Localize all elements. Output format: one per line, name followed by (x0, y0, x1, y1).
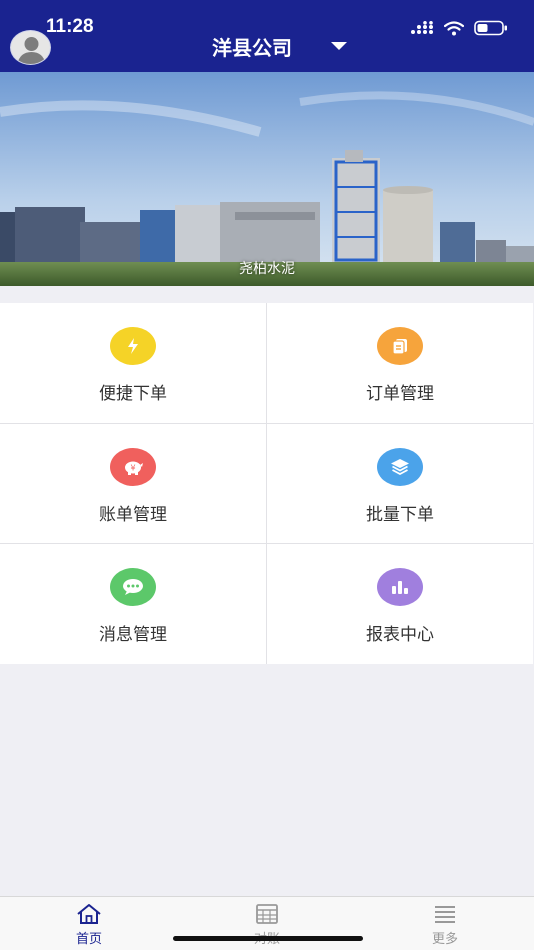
menu-tile-bill-management[interactable]: ¥ 账单管理 (0, 423, 266, 544)
home-indicator[interactable] (173, 936, 363, 941)
tab-reconciliation[interactable]: 对账 (178, 897, 356, 950)
menu-grid: 便捷下单 订单管理 ¥ 账单管理 批量下单 消息管理 报表中心 (0, 303, 533, 664)
company-title[interactable]: 洋县公司 (0, 32, 534, 61)
menu-tile-quick-order[interactable]: 便捷下单 (0, 303, 266, 423)
banner-image (0, 72, 534, 286)
lightning-icon (110, 327, 156, 365)
menu-tile-report-center[interactable]: 报表中心 (267, 544, 533, 664)
menu-tile-batch-order[interactable]: 批量下单 (267, 423, 533, 544)
tab-home[interactable]: 首页 (0, 897, 178, 950)
menu-tile-order-management[interactable]: 订单管理 (267, 303, 533, 423)
menu-tile-label: 订单管理 (366, 384, 434, 404)
document-icon (377, 327, 423, 365)
menu-tile-label: 消息管理 (99, 625, 167, 646)
menu-tile-label: 报表中心 (366, 625, 434, 646)
chat-bubble-icon (110, 568, 156, 607)
banner-carousel[interactable]: 尧柏水泥 (0, 72, 534, 286)
svg-text:¥: ¥ (130, 463, 135, 472)
menu-tile-message-management[interactable]: 消息管理 (0, 544, 266, 664)
list-icon (435, 906, 455, 923)
app-header: 11:28 洋县公司 (0, 0, 534, 72)
bottom-tab-bar: 首页 对账 更多 (0, 896, 534, 950)
banner-caption: 尧柏水泥 (239, 261, 295, 277)
tab-label: 更多 (431, 932, 458, 947)
caret-down-icon[interactable] (331, 42, 347, 50)
menu-tile-label: 账单管理 (99, 504, 167, 525)
tab-label: 首页 (75, 932, 102, 947)
menu-tile-label: 批量下单 (366, 504, 434, 525)
layers-icon (377, 447, 423, 486)
tab-more[interactable]: 更多 (356, 897, 534, 950)
ledger-icon (256, 904, 278, 924)
home-icon (77, 904, 101, 924)
bar-chart-icon (377, 568, 423, 607)
piggy-bank-icon: ¥ (110, 447, 156, 486)
menu-tile-label: 便捷下单 (99, 384, 167, 404)
